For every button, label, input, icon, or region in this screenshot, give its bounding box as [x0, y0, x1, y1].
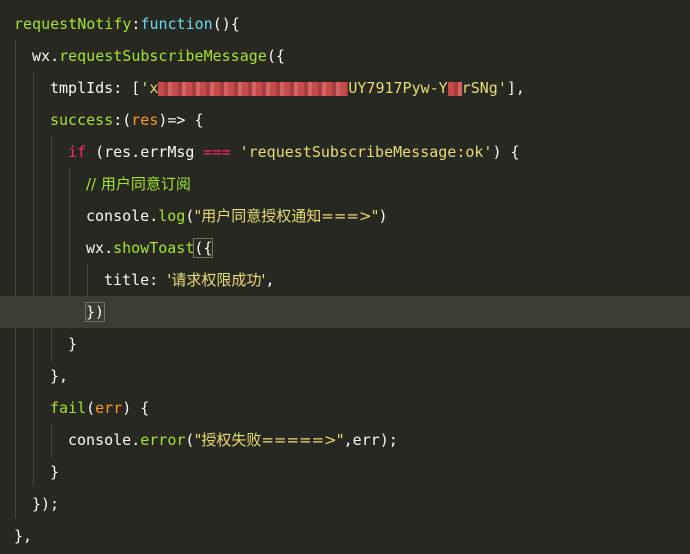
code-editor[interactable]: requestNotify:function(){ wx.requestSubs…: [0, 0, 690, 554]
code-line: if (res.errMsg === 'requestSubscribeMess…: [0, 136, 690, 168]
bracket-match: }): [84, 302, 106, 322]
punctuation: (: [122, 111, 132, 129]
comment: // 用户同意订阅: [86, 175, 191, 193]
parameter: res: [131, 111, 159, 129]
code-line: requestNotify:function(){: [0, 8, 690, 40]
code-line: });: [0, 488, 690, 520]
string-fragment: rSNg: [461, 79, 498, 97]
property-key: success: [50, 111, 114, 129]
punctuation: });: [32, 495, 60, 513]
punctuation: :: [149, 271, 168, 289]
method-name: showToast: [113, 239, 195, 257]
redacted-mark: [158, 81, 349, 96]
punctuation: .: [104, 239, 114, 257]
code-line: console.log("用户同意授权通知===>"): [0, 200, 690, 232]
punctuation: .: [149, 207, 159, 225]
string-fragment: UY7917Pyw-Y: [348, 79, 448, 97]
punctuation: }: [50, 463, 60, 481]
string-literal: 'requestSubscribeMessage:ok': [239, 143, 493, 161]
punctuation: .: [50, 47, 60, 65]
string-quote: ': [497, 79, 507, 97]
parameter: err: [95, 399, 123, 417]
method-name: requestSubscribeMessage: [59, 47, 267, 65]
punctuation: )=> {: [158, 111, 204, 129]
bracket-match: ({: [193, 238, 214, 258]
object-identifier: console: [68, 431, 132, 449]
code-line: },: [0, 360, 690, 392]
string-quote: ': [140, 79, 150, 97]
keyword: if: [68, 143, 87, 161]
string-literal: '请求权限成功': [167, 271, 266, 289]
string-fragment: x: [149, 79, 159, 97]
function-name: requestNotify: [14, 15, 132, 33]
object-identifier: wx: [86, 239, 105, 257]
code-line: // 用户同意订阅: [0, 168, 690, 200]
code-line: fail(err) {: [0, 392, 690, 424]
punctuation: ,: [265, 271, 275, 289]
current-line: }): [0, 296, 690, 328]
code-line: console.error("授权失败=====>",err);: [0, 424, 690, 456]
code-line: wx.requestSubscribeMessage({: [0, 40, 690, 72]
code-line: },: [0, 520, 690, 552]
punctuation: },: [50, 367, 69, 385]
object-identifier: console: [86, 207, 150, 225]
code-line: }: [0, 328, 690, 360]
keyword: function: [140, 15, 213, 33]
code-line: wx.showToast({: [0, 232, 690, 264]
punctuation: ],: [506, 79, 525, 97]
property-key: title: [104, 271, 150, 289]
punctuation: ) {: [492, 143, 520, 161]
punctuation: ): [378, 207, 388, 225]
method-name: log: [158, 207, 186, 225]
punctuation: }: [68, 335, 78, 353]
property-name: errMsg: [140, 143, 195, 161]
punctuation: (){: [212, 15, 240, 33]
object-identifier: res: [104, 143, 132, 161]
code-line: tmplIds: ['x UY7917Pyw-Y rSNg'],: [0, 72, 690, 104]
punctuation: (: [86, 399, 96, 417]
punctuation: },: [14, 527, 33, 545]
property-key: fail: [50, 399, 87, 417]
property-key: tmplIds: [50, 79, 114, 97]
code-line: title: '请求权限成功',: [0, 264, 690, 296]
punctuation: ({: [266, 47, 285, 65]
redacted-mark: [447, 81, 462, 96]
code-line: }: [0, 456, 690, 488]
object-identifier: wx: [32, 47, 51, 65]
code-line: success:(res)=> {: [0, 104, 690, 136]
method-name: error: [140, 431, 186, 449]
punctuation: .: [131, 143, 141, 161]
string-literal: "授权失败=====>": [194, 431, 344, 449]
operator: ===: [194, 143, 240, 161]
punctuation: (: [86, 143, 105, 161]
punctuation: .: [131, 431, 141, 449]
punctuation: ) {: [122, 399, 150, 417]
punctuation: :: [113, 111, 123, 129]
punctuation: ,err);: [343, 431, 398, 449]
string-literal: "用户同意授权通知===>": [194, 207, 379, 225]
punctuation: : [: [113, 79, 141, 97]
